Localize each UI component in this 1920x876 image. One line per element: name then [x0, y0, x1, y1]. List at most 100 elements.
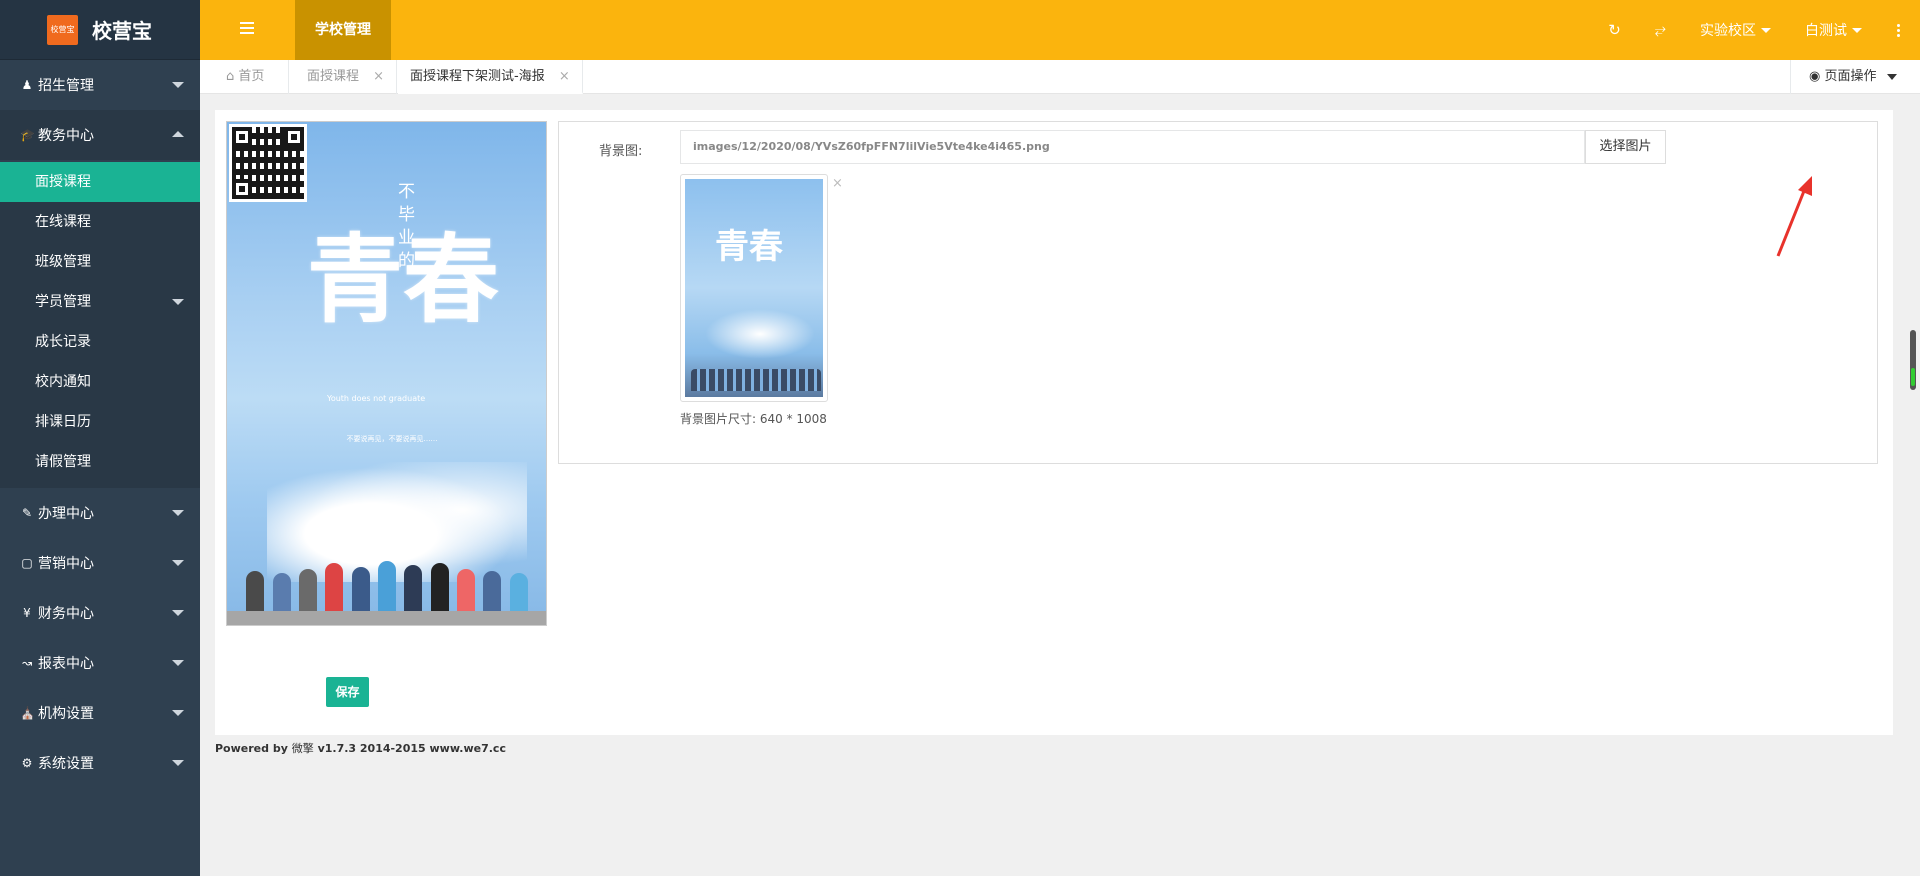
poster-preview: 不毕业的 青春 Youth does not graduate 不要说再见，不要…	[226, 121, 547, 626]
tabbar: ⌂ 首页 面授课程 × 面授课程下架测试-海报 × ◉ 页面操作	[200, 60, 1920, 94]
user-icon: ♟	[21, 78, 33, 92]
menu-toggle-icon[interactable]	[240, 22, 254, 34]
nav-group-label: 招生管理	[38, 78, 94, 94]
close-icon[interactable]: ×	[373, 69, 384, 84]
tab-poster[interactable]: 面授课程下架测试-海报 ×	[398, 60, 583, 94]
footer: Powered by 微擎 v1.7.3 2014-2015 www.we7.c…	[215, 740, 506, 756]
circle-dot-icon: ◉	[1809, 69, 1821, 84]
chevron-down-icon	[172, 610, 184, 616]
chevron-down-icon	[172, 560, 184, 566]
thumbnail-title: 青春	[715, 227, 783, 267]
footer-we: 微擎	[291, 742, 314, 755]
chevron-down-icon	[172, 660, 184, 666]
brand-name: 校营宝	[92, 19, 152, 43]
subitem-label: 学员管理	[35, 294, 91, 310]
home-icon: ⌂	[226, 69, 235, 84]
sidebar: 校营宝 校营宝 ♟ 招生管理 🎓 教务中心 面授课程 在线课程 班级管理 学员管…	[0, 0, 200, 876]
bg-path-input[interactable]: images/12/2020/08/YVsZ60fpFFN7lilVie5Vte…	[680, 130, 1585, 164]
nav-group-label: 报表中心	[38, 656, 94, 672]
close-icon[interactable]: ×	[559, 69, 570, 84]
chevron-down-icon	[172, 510, 184, 516]
poster-subtitle: Youth does not graduate	[327, 394, 426, 403]
topbar-right: ↻ ⥂ 实验校区 白测试	[1591, 0, 1920, 60]
nav-group-label: 教务中心	[38, 128, 94, 144]
top-tab-school[interactable]: 学校管理	[295, 0, 391, 60]
subitem-growth-record[interactable]: 成长记录	[0, 322, 200, 362]
subnav-academic: 面授课程 在线课程 班级管理 学员管理 成长记录 校内通知 排课日历 请假管理	[0, 162, 200, 488]
bank-icon: ⛪	[20, 706, 35, 720]
subitem-schedule-calendar[interactable]: 排课日历	[0, 402, 200, 442]
subitem-student-management[interactable]: 学员管理	[0, 282, 200, 322]
qr-pattern	[232, 127, 304, 199]
nav-group-label: 机构设置	[38, 706, 94, 722]
nav-group-institution[interactable]: ⛪ 机构设置	[0, 688, 200, 738]
logo: 校营宝	[47, 14, 78, 45]
nav-group-enrollment[interactable]: ♟ 招生管理	[0, 60, 200, 110]
user-label: 白测试	[1805, 23, 1847, 39]
content-panel: 不毕业的 青春 Youth does not graduate 不要说再见，不要…	[215, 110, 1893, 735]
subitem-class-management[interactable]: 班级管理	[0, 242, 200, 282]
refresh-icon[interactable]: ↻	[1608, 21, 1621, 39]
laptop-icon: ▢	[21, 556, 33, 570]
subitem-school-notice[interactable]: 校内通知	[0, 362, 200, 402]
nav-group-academic[interactable]: 🎓 教务中心	[0, 110, 200, 160]
bg-thumbnail: 青春	[680, 174, 828, 402]
people-silhouettes	[242, 551, 532, 613]
graduation-cap-icon: 🎓	[20, 128, 35, 142]
nav-group-handling[interactable]: ✎ 办理中心	[0, 488, 200, 538]
qr-code	[229, 124, 307, 202]
subitem-face-course[interactable]: 面授课程	[0, 162, 200, 202]
nav-group-marketing[interactable]: ▢ 营销中心	[0, 538, 200, 588]
tab-label: 首页	[238, 69, 265, 84]
red-arrow-annotation	[1776, 176, 1812, 257]
nav-group-label: 系统设置	[38, 756, 94, 772]
nav-group-reports[interactable]: ↝ 报表中心	[0, 638, 200, 688]
nav-group-system[interactable]: ⚙ 系统设置	[0, 738, 200, 788]
chevron-down-icon	[172, 82, 184, 88]
fullscreen-icon[interactable]: ⥂	[1655, 22, 1666, 38]
poster-title: 青春	[307, 223, 499, 336]
tab-face-course[interactable]: 面授课程 ×	[295, 60, 398, 94]
qr-corner	[284, 127, 304, 147]
chevron-down-icon	[172, 760, 184, 766]
background-form: 背景图: images/12/2020/08/YVsZ60fpFFN7lilVi…	[558, 121, 1878, 464]
more-vertical-icon[interactable]	[1896, 23, 1900, 38]
page-ops-dropdown[interactable]: ◉ 页面操作	[1790, 60, 1920, 94]
chevron-down-icon	[1852, 27, 1862, 33]
qr-corner	[232, 179, 252, 199]
chevron-down-icon	[1761, 27, 1771, 33]
bg-label: 背景图:	[599, 144, 643, 159]
bg-size-hint: 背景图片尺寸: 640 * 1008	[680, 412, 827, 426]
footer-version: v1.7.3 2014-2015 www.we7.cc	[317, 742, 506, 755]
user-dropdown[interactable]: 白测试	[1805, 20, 1862, 40]
thumbnail-image: 青春	[685, 179, 823, 397]
chevron-up-icon	[172, 131, 184, 137]
tab-home[interactable]: ⌂ 首页	[214, 60, 289, 94]
campus-label: 实验校区	[1700, 23, 1756, 39]
topbar: 学校管理 ↻ ⥂ 实验校区 白测试	[200, 0, 1920, 60]
edit-icon: ✎	[21, 506, 33, 520]
page-ops-label: 页面操作	[1824, 69, 1877, 84]
save-button[interactable]: 保存	[326, 677, 369, 707]
campus-dropdown[interactable]: 实验校区	[1700, 20, 1771, 40]
subitem-online-course[interactable]: 在线课程	[0, 202, 200, 242]
thumbnail-people	[691, 369, 821, 391]
nav-group-label: 办理中心	[38, 506, 94, 522]
line-chart-icon: ↝	[21, 656, 33, 670]
chevron-down-icon	[172, 710, 184, 716]
brand: 校营宝 校营宝	[0, 0, 200, 60]
yen-icon: ¥	[23, 606, 31, 620]
subitem-leave-management[interactable]: 请假管理	[0, 442, 200, 482]
chevron-down-icon	[1886, 73, 1897, 80]
choose-image-button[interactable]: 选择图片	[1585, 130, 1666, 164]
nav-group-label: 财务中心	[38, 606, 94, 622]
scrollbar[interactable]	[1910, 330, 1916, 390]
ground	[227, 611, 546, 625]
remove-image-icon[interactable]: ×	[832, 176, 843, 191]
nav-group-finance[interactable]: ¥ 财务中心	[0, 588, 200, 638]
nav-group-label: 营销中心	[38, 556, 94, 572]
chevron-down-icon	[172, 299, 184, 305]
gears-icon: ⚙	[21, 756, 33, 770]
tab-label: 面授课程下架测试-海报	[410, 69, 545, 84]
tab-label: 面授课程	[307, 69, 360, 84]
